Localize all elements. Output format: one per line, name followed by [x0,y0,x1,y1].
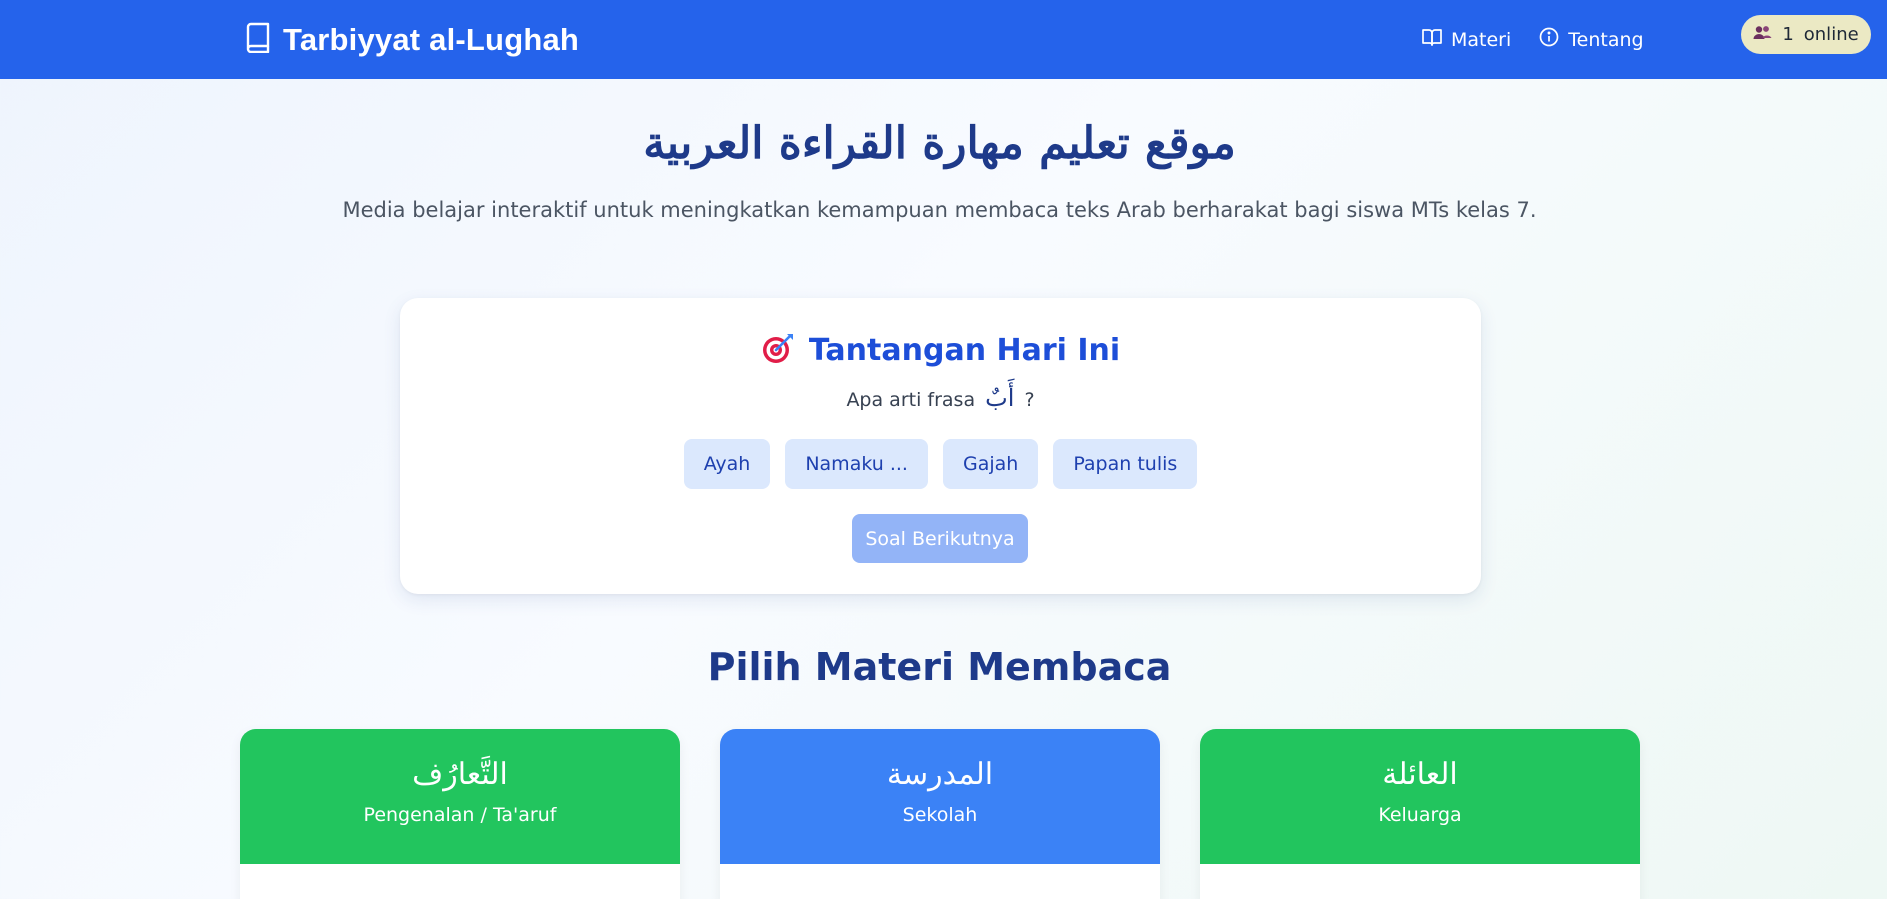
online-status-badge: 1 online [1741,15,1871,54]
book-icon [244,22,271,57]
online-label: online [1803,24,1859,45]
material-card-sekolah[interactable]: المدرسة Sekolah [720,729,1160,899]
question-suffix: ? [1024,389,1035,411]
material-card-label: Keluarga [1378,804,1462,826]
material-card-keluarga[interactable]: العائلة Keluarga [1200,729,1640,899]
online-count: 1 [1782,24,1794,45]
answer-option-button[interactable]: Namaku ... [785,439,928,489]
question-arabic-word: أَبٌ [985,384,1015,412]
question-prefix: Apa arti frasa [846,389,976,411]
nav-link-materi[interactable]: Materi [1422,28,1511,51]
users-icon [1753,24,1772,45]
challenge-title: Tantangan Hari Ini [808,332,1121,368]
challenge-question: Apa arti frasa أَبٌ ? [400,384,1481,412]
material-card-header: المدرسة Sekolah [720,729,1160,864]
material-card-label: Sekolah [902,804,978,826]
material-card-arabic-title: التَّعارُف [412,757,508,792]
nav-link-label: Materi [1451,28,1512,51]
nav-links: Materi Tentang [1422,0,1644,79]
material-card-label: Pengenalan / Ta'aruf [363,804,557,826]
next-question-button[interactable]: Soal Berikutnya [852,514,1028,563]
material-card-header: العائلة Keluarga [1200,729,1640,864]
answer-option-button[interactable]: Papan tulis [1053,439,1198,489]
material-card-taaruf[interactable]: التَّعارُف Pengenalan / Ta'aruf [240,729,680,899]
section-title: Pilih Materi Membaca [707,645,1172,689]
nav-link-label: Tentang [1568,28,1644,51]
target-icon [761,332,795,368]
info-icon [1539,27,1559,52]
brand-title: Tarbiyyat al-Lughah [283,21,580,57]
hero-subtitle: Media belajar interaktif untuk meningkat… [342,198,1537,222]
hero-title: موقع تعليم مهارة القراءة العربية [643,118,1236,169]
answer-option-button[interactable]: Gajah [942,439,1039,489]
open-book-icon [1422,28,1442,51]
challenge-header: Tantangan Hari Ini [400,332,1481,368]
brand-link[interactable]: Tarbiyyat al-Lughah [244,0,579,79]
material-card-header: التَّعارُف Pengenalan / Ta'aruf [240,729,680,864]
material-card-arabic-title: العائلة [1382,757,1458,792]
answer-option-button[interactable]: Ayah [683,439,771,489]
material-card-arabic-title: المدرسة [886,757,994,792]
nav-link-tentang[interactable]: Tentang [1539,27,1644,52]
answer-options: Ayah Namaku ... Gajah Papan tulis [400,439,1481,489]
navbar: Tarbiyyat al-Lughah Materi Tentang 1 onl… [0,0,1887,79]
daily-challenge-card: Tantangan Hari Ini Apa arti frasa أَبٌ ?… [400,298,1481,594]
